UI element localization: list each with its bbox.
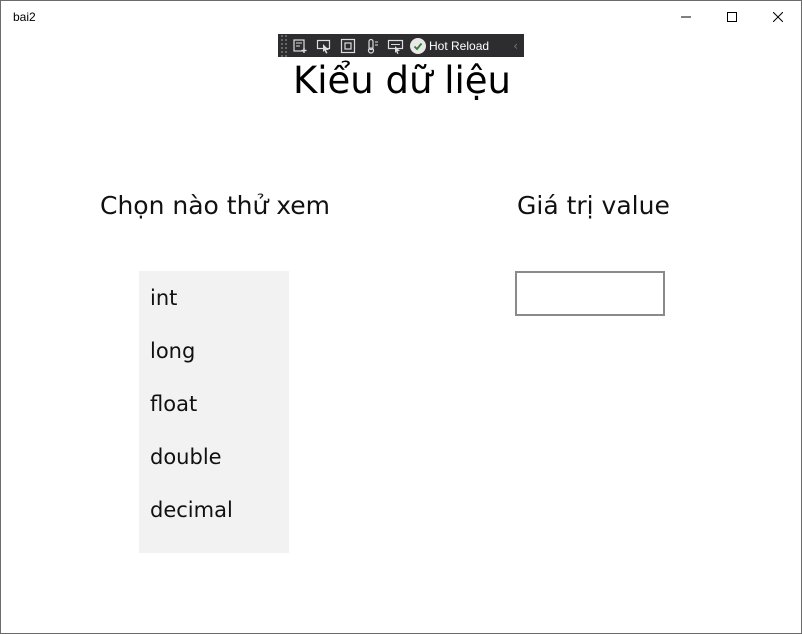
list-item-float[interactable]: float xyxy=(150,389,197,419)
window-title: bai2 xyxy=(13,10,36,24)
close-icon xyxy=(773,12,783,22)
page-title: Kiểu dữ liệu xyxy=(293,59,511,102)
value-heading: Giá trị value xyxy=(517,191,670,220)
hot-reload-check-icon xyxy=(410,37,426,54)
toolbar-grip[interactable] xyxy=(280,34,288,57)
list-item-decimal[interactable]: decimal xyxy=(150,495,233,525)
type-listbox[interactable]: int long float double decimal xyxy=(139,271,289,553)
display-layout-adorners-button[interactable] xyxy=(336,34,360,57)
preview-selection-icon xyxy=(387,39,404,54)
hot-reload-indicator[interactable]: Hot Reload xyxy=(410,37,490,54)
collapse-chevron-icon[interactable]: ‹ xyxy=(513,39,518,53)
track-focus-button[interactable] xyxy=(360,34,384,57)
title-bar[interactable]: bai2 xyxy=(1,1,801,33)
choose-type-heading: Chọn nào thử xem xyxy=(100,191,330,220)
select-element-button[interactable] xyxy=(312,34,336,57)
list-item-int[interactable]: int xyxy=(150,283,177,313)
live-visual-tree-icon xyxy=(293,38,307,53)
select-element-icon xyxy=(316,39,331,53)
value-textbox[interactable] xyxy=(515,271,665,316)
maximize-button[interactable] xyxy=(709,1,755,33)
close-button[interactable] xyxy=(755,1,801,33)
list-item-double[interactable]: double xyxy=(150,442,222,472)
track-focus-icon xyxy=(367,38,378,54)
maximize-icon xyxy=(727,12,737,22)
minimize-icon xyxy=(681,16,691,18)
display-layout-adorners-icon xyxy=(340,38,356,53)
xaml-debug-toolbar: Hot Reload ‹ xyxy=(278,34,524,57)
hot-reload-label: Hot Reload xyxy=(429,38,490,53)
preview-selection-button[interactable] xyxy=(384,34,408,57)
minimize-button[interactable] xyxy=(663,1,709,33)
app-window: bai2 Hot Reload ‹ Kiểu dữ liệu Chọn nào … xyxy=(0,0,802,634)
list-item-long[interactable]: long xyxy=(150,336,195,366)
live-visual-tree-button[interactable] xyxy=(288,34,312,57)
